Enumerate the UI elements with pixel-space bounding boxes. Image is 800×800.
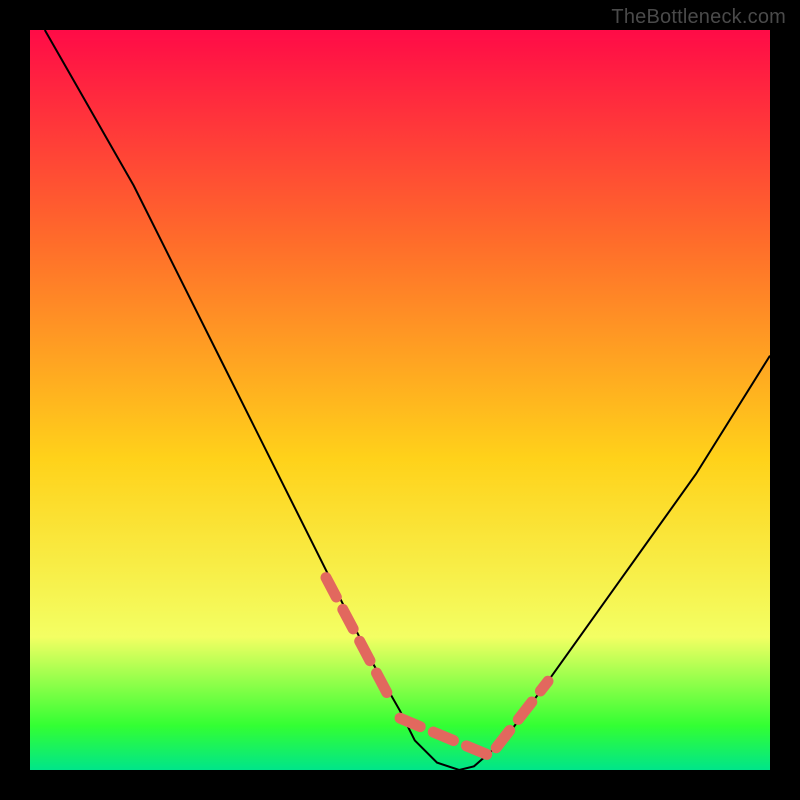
gradient-backdrop [30,30,770,770]
chart-frame: TheBottleneck.com [0,0,800,800]
watermark-text: TheBottleneck.com [611,6,786,29]
plot-area [30,30,770,770]
chart-svg [30,30,770,770]
